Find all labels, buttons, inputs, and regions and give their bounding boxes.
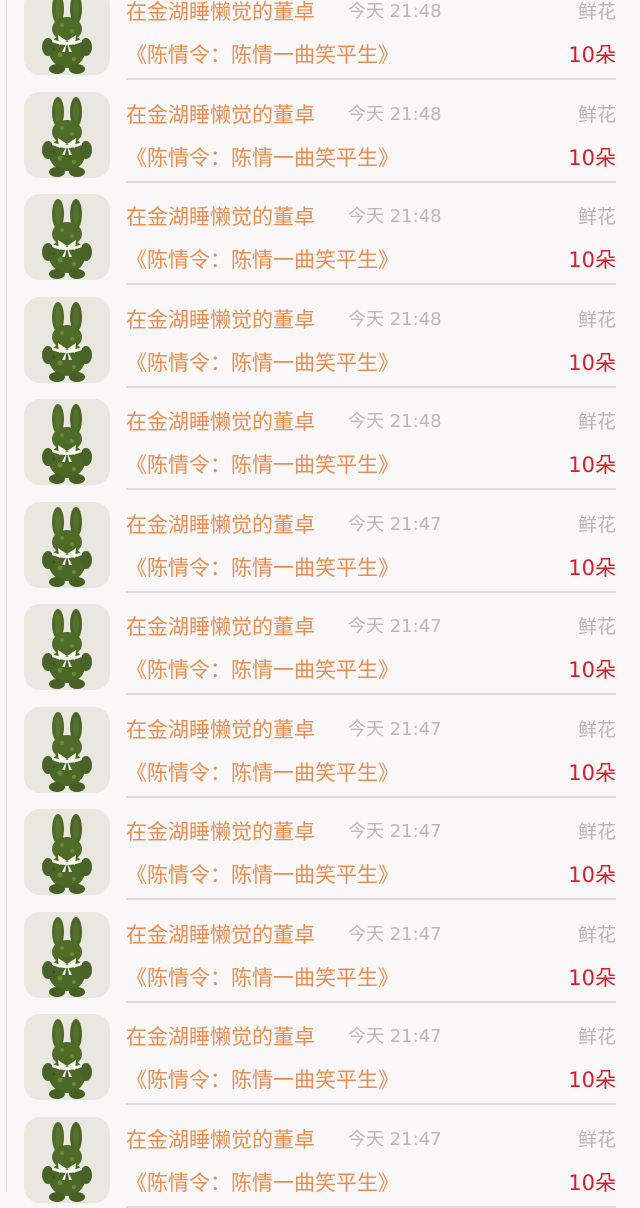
- gift-record-row[interactable]: 在金湖睡懒觉的董卓 今天 21:48 鲜花 《陈情令：陈情一曲笑平生》 10朵: [0, 80, 640, 183]
- gift-category: 鲜花: [577, 513, 616, 536]
- gift-timestamp: 今天 21:47: [348, 1026, 442, 1047]
- sender-name[interactable]: 在金湖睡懒觉的董卓: [126, 409, 315, 435]
- gift-category: 鲜花: [577, 206, 616, 228]
- gift-amount: 10朵: [568, 863, 616, 887]
- moss-bunny-avatar-icon[interactable]: [24, 809, 110, 895]
- gift-category: 鲜花: [577, 616, 616, 638]
- work-title-link[interactable]: 《陈情令：陈情一曲笑平生》: [126, 964, 399, 992]
- moss-bunny-avatar-icon[interactable]: [24, 296, 110, 383]
- work-title-link[interactable]: 《陈情令：陈情一曲笑平生》: [126, 861, 399, 889]
- gift-amount: 10朵: [568, 1068, 616, 1092]
- sender-name[interactable]: 在金湖睡懒觉的董卓: [126, 819, 315, 845]
- gift-record-row[interactable]: 在金湖睡懒觉的董卓 今天 21:47 鲜花 《陈情令：陈情一曲笑平生》 10朵: [0, 900, 640, 1003]
- gift-amount: 10朵: [568, 43, 616, 67]
- gift-category: 鲜花: [577, 1026, 616, 1048]
- gift-category: 鲜花: [577, 923, 616, 946]
- gift-category: 鲜花: [577, 1, 616, 23]
- gift-record-row[interactable]: 在金湖睡懒觉的董卓 今天 21:47 鲜花 《陈情令：陈情一曲笑平生》 10朵: [0, 797, 640, 900]
- gift-timestamp: 今天 21:47: [348, 718, 442, 740]
- gift-category: 鲜花: [577, 1128, 616, 1151]
- work-title-link[interactable]: 《陈情令：陈情一曲笑平生》: [126, 41, 399, 69]
- sender-name[interactable]: 在金湖睡懒觉的董卓: [126, 717, 315, 743]
- gift-record-row[interactable]: 在金湖睡懒觉的董卓 今天 21:48 鲜花 《陈情令：陈情一曲笑平生》 10朵: [0, 285, 640, 388]
- gift-record-row[interactable]: 在金湖睡懒觉的董卓 今天 21:48 鲜花 《陈情令：陈情一曲笑平生》 10朵: [0, 182, 640, 285]
- work-title-link[interactable]: 《陈情令：陈情一曲笑平生》: [126, 246, 399, 274]
- moss-bunny-avatar-icon[interactable]: [24, 0, 110, 75]
- work-title-link[interactable]: 《陈情令：陈情一曲笑平生》: [126, 349, 399, 377]
- gift-timestamp: 今天 21:47: [348, 1128, 442, 1150]
- gift-record-row[interactable]: 在金湖睡懒觉的董卓 今天 21:47 鲜花 《陈情令：陈情一曲笑平生》 10朵: [0, 695, 640, 798]
- work-title-link[interactable]: 《陈情令：陈情一曲笑平生》: [126, 144, 399, 172]
- row-divider: [126, 1205, 616, 1208]
- gift-timestamp: 今天 21:48: [348, 1, 442, 22]
- sender-name[interactable]: 在金湖睡懒觉的董卓: [126, 204, 315, 230]
- work-title-link[interactable]: 《陈情令：陈情一曲笑平生》: [126, 656, 399, 684]
- gift-category: 鲜花: [577, 718, 616, 741]
- gift-record-list: 在金湖睡懒觉的董卓 今天 21:48 鲜花 《陈情令：陈情一曲笑平生》 10朵: [0, 0, 640, 1208]
- moss-bunny-avatar-icon[interactable]: [24, 194, 110, 280]
- moss-bunny-avatar-icon[interactable]: [24, 91, 110, 178]
- sender-name[interactable]: 在金湖睡懒觉的董卓: [126, 1127, 315, 1153]
- moss-bunny-avatar-icon[interactable]: [24, 604, 110, 690]
- gift-category: 鲜花: [577, 103, 616, 126]
- work-title-link[interactable]: 《陈情令：陈情一曲笑平生》: [126, 1066, 399, 1094]
- work-title-link[interactable]: 《陈情令：陈情一曲笑平生》: [126, 451, 399, 479]
- work-title-link[interactable]: 《陈情令：陈情一曲笑平生》: [126, 1169, 399, 1197]
- sender-name[interactable]: 在金湖睡懒觉的董卓: [126, 307, 315, 333]
- gift-record-row[interactable]: 在金湖睡懒觉的董卓 今天 21:48 鲜花 《陈情令：陈情一曲笑平生》 10朵: [0, 0, 640, 80]
- work-title-link[interactable]: 《陈情令：陈情一曲笑平生》: [126, 554, 399, 582]
- gift-category: 鲜花: [577, 308, 616, 331]
- gift-amount: 10朵: [568, 760, 616, 785]
- gift-amount: 10朵: [568, 965, 616, 990]
- gift-timestamp: 今天 21:48: [348, 103, 442, 125]
- gift-category: 鲜花: [577, 411, 616, 433]
- gift-record-row[interactable]: 在金湖睡懒觉的董卓 今天 21:47 鲜花 《陈情令：陈情一曲笑平生》 10朵: [0, 1002, 640, 1105]
- gift-record-row[interactable]: 在金湖睡懒觉的董卓 今天 21:48 鲜花 《陈情令：陈情一曲笑平生》 10朵: [0, 387, 640, 490]
- sender-name[interactable]: 在金湖睡懒觉的董卓: [126, 102, 315, 128]
- gift-amount: 10朵: [568, 1170, 616, 1195]
- gift-amount: 10朵: [568, 248, 616, 272]
- sender-name[interactable]: 在金湖睡懒觉的董卓: [126, 922, 315, 948]
- sender-name[interactable]: 在金湖睡懒觉的董卓: [126, 0, 315, 25]
- moss-bunny-avatar-icon[interactable]: [24, 706, 110, 793]
- moss-bunny-avatar-icon[interactable]: [24, 501, 110, 588]
- sender-name[interactable]: 在金湖睡懒觉的董卓: [126, 1024, 315, 1050]
- moss-bunny-avatar-icon[interactable]: [24, 1014, 110, 1100]
- moss-bunny-avatar-icon[interactable]: [24, 1116, 110, 1203]
- gift-amount: 10朵: [568, 658, 616, 682]
- moss-bunny-avatar-icon[interactable]: [24, 399, 110, 485]
- gift-record-row[interactable]: 在金湖睡懒觉的董卓 今天 21:47 鲜花 《陈情令：陈情一曲笑平生》 10朵: [0, 490, 640, 593]
- gift-amount: 10朵: [568, 350, 616, 375]
- gift-amount: 10朵: [568, 145, 616, 170]
- sender-name[interactable]: 在金湖睡懒觉的董卓: [126, 512, 315, 538]
- gift-amount: 10朵: [568, 453, 616, 477]
- gift-timestamp: 今天 21:48: [348, 411, 442, 432]
- gift-category: 鲜花: [577, 821, 616, 843]
- gift-timestamp: 今天 21:48: [348, 206, 442, 227]
- work-title-link[interactable]: 《陈情令：陈情一曲笑平生》: [126, 759, 399, 787]
- sender-name[interactable]: 在金湖睡懒觉的董卓: [126, 614, 315, 640]
- gift-timestamp: 今天 21:47: [348, 923, 442, 945]
- gift-timestamp: 今天 21:47: [348, 513, 442, 535]
- moss-bunny-avatar-icon[interactable]: [24, 911, 110, 998]
- gift-timestamp: 今天 21:47: [348, 616, 442, 637]
- gift-timestamp: 今天 21:47: [348, 821, 442, 842]
- gift-timestamp: 今天 21:48: [348, 308, 442, 330]
- gift-amount: 10朵: [568, 555, 616, 580]
- gift-record-row[interactable]: 在金湖睡懒觉的董卓 今天 21:47 鲜花 《陈情令：陈情一曲笑平生》 10朵: [0, 592, 640, 695]
